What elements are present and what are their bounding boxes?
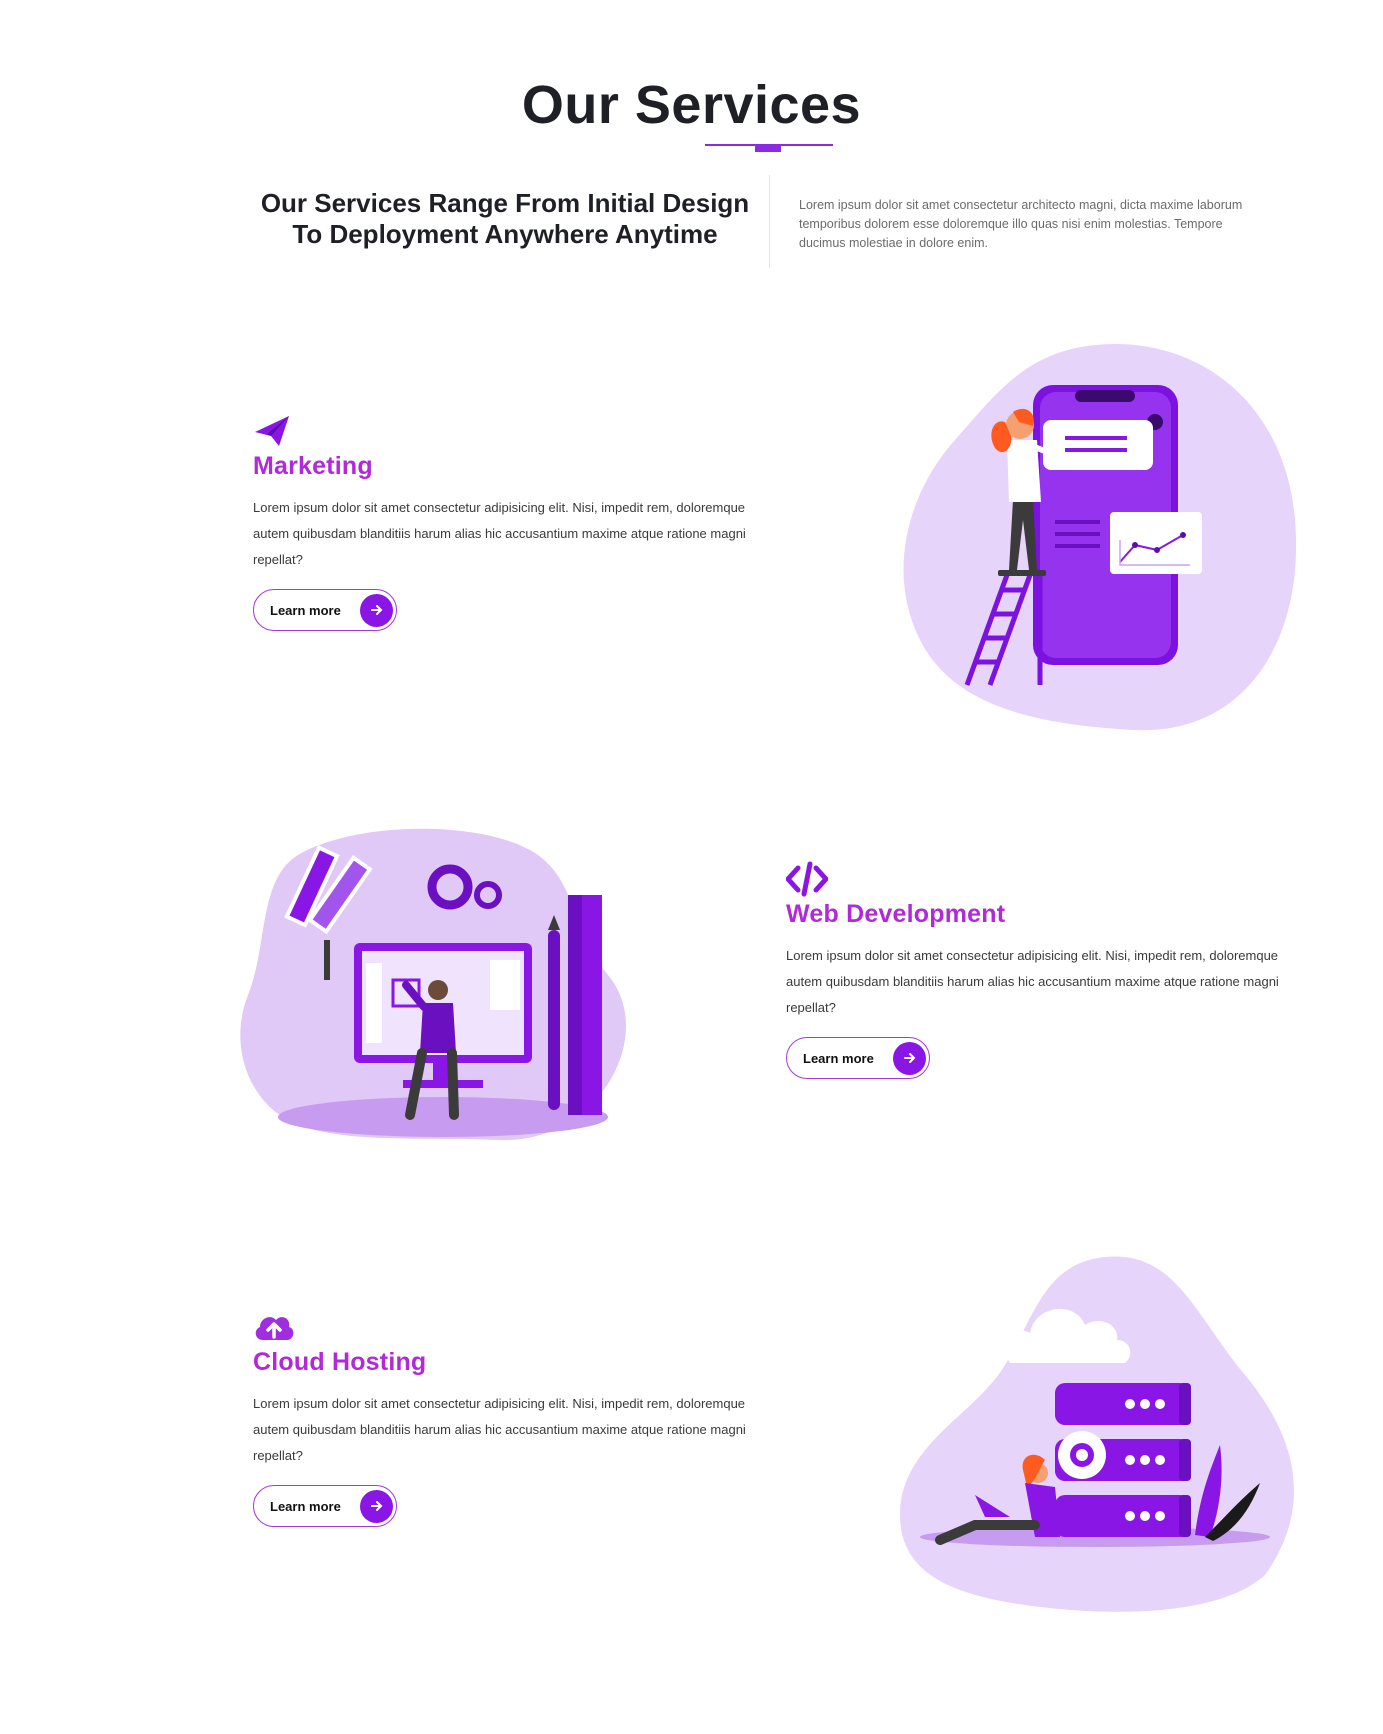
learn-more-button[interactable]: Learn more <box>253 1485 397 1527</box>
server-stack-illustration <box>900 1256 1294 1612</box>
service-description: Lorem ipsum dolor sit amet consectetur a… <box>786 948 1279 1015</box>
service-title: Marketing <box>253 452 373 480</box>
arrow-right-icon <box>360 593 393 627</box>
cloud-upload-icon <box>255 1317 294 1340</box>
phone-ladder-illustration <box>903 343 1297 731</box>
intro-heading-line2: To Deployment Anywhere Anytime <box>292 219 718 249</box>
code-icon <box>786 861 828 897</box>
intro-text: Lorem ipsum dolor sit amet consectetur a… <box>799 198 1243 250</box>
learn-more-label: Learn more <box>270 1498 341 1514</box>
service-web-development: Web Development Lorem ipsum dolor sit am… <box>786 860 1286 1079</box>
title-underline-accent <box>755 144 781 152</box>
service-cloud-hosting: Cloud Hosting Lorem ipsum dolor sit amet… <box>253 1308 753 1527</box>
learn-more-label: Learn more <box>803 1050 874 1066</box>
arrow-right-icon <box>360 1489 393 1523</box>
service-title: Cloud Hosting <box>253 1348 427 1376</box>
learn-more-button[interactable]: Learn more <box>253 589 397 631</box>
service-description: Lorem ipsum dolor sit amet consectetur a… <box>253 500 746 567</box>
paper-plane-icon <box>255 416 289 446</box>
service-description: Lorem ipsum dolor sit amet consectetur a… <box>253 1396 746 1463</box>
intro-divider <box>769 175 770 268</box>
learn-more-label: Learn more <box>270 602 341 618</box>
service-marketing: Marketing Lorem ipsum dolor sit amet con… <box>253 412 753 631</box>
page-title: Our Services <box>521 75 862 135</box>
monitor-designer-illustration <box>240 828 626 1141</box>
arrow-right-icon <box>893 1041 926 1075</box>
intro-heading-line1: Our Services Range From Initial Design <box>260 188 750 218</box>
learn-more-button[interactable]: Learn more <box>786 1037 930 1079</box>
service-title: Web Development <box>786 900 1006 928</box>
intro-heading: Our Services Range From Initial Design T… <box>250 188 760 250</box>
